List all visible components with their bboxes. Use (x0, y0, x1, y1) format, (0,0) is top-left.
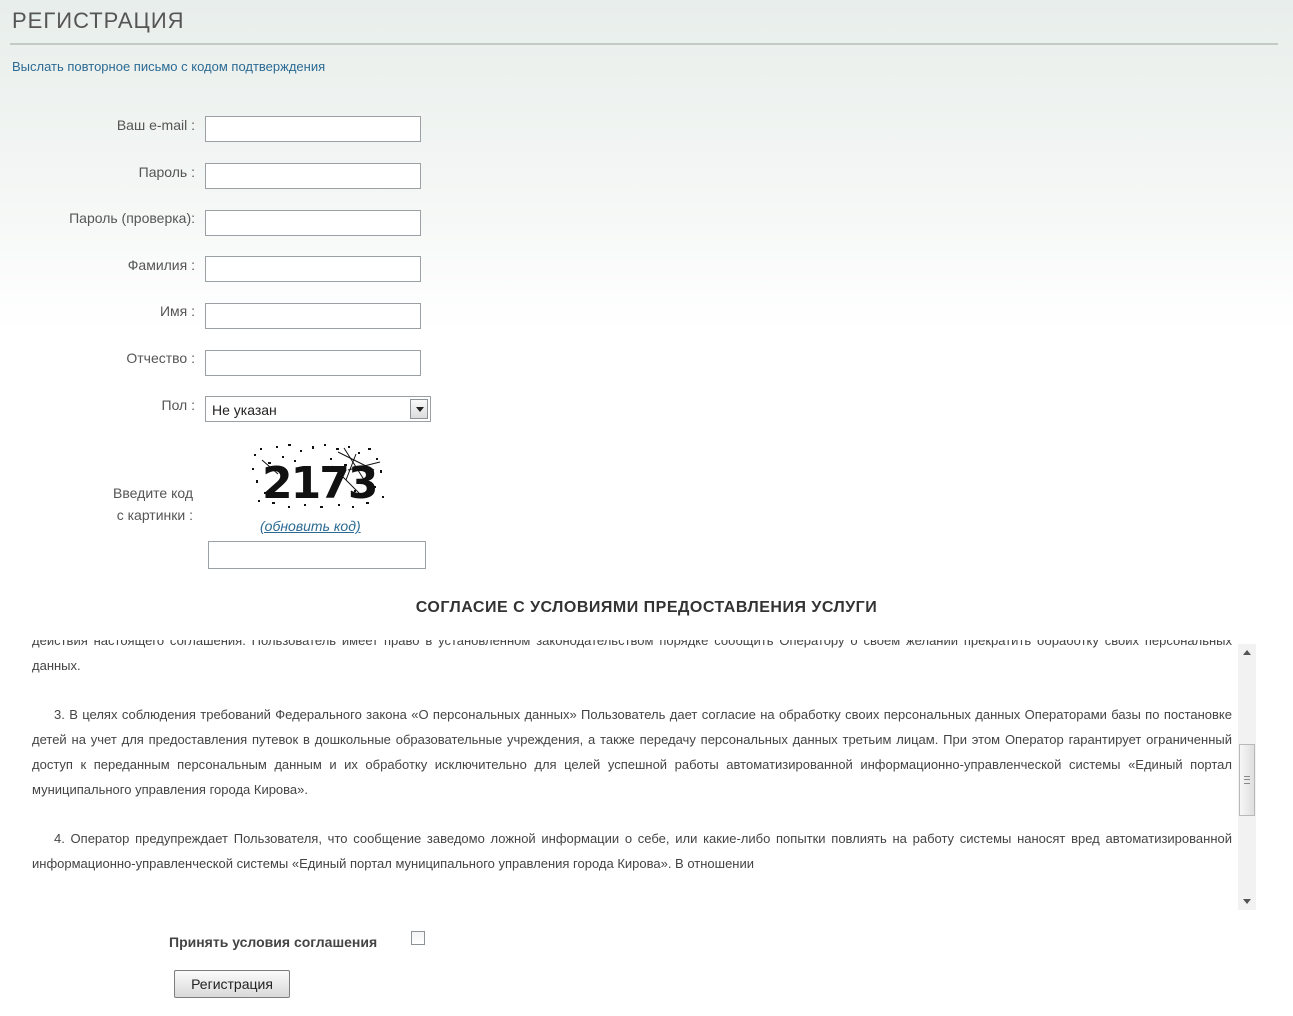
grip-icon (1244, 776, 1250, 784)
captcha-field[interactable] (208, 541, 426, 569)
captcha-image: 2173 (252, 444, 384, 509)
accept-terms-checkbox[interactable] (411, 931, 425, 945)
agreement-paragraph: 3. В целях соблюдения требований Федерал… (32, 707, 1232, 797)
page-title: РЕГИСТРАЦИЯ (12, 8, 185, 33)
email-label: Ваш e-mail : (116, 117, 195, 133)
agreement-scrollbar[interactable] (1238, 644, 1256, 910)
gender-select[interactable]: Не указан (205, 396, 431, 422)
scrollbar-thumb[interactable] (1239, 744, 1255, 816)
captcha-code-text: 2173 (262, 458, 376, 509)
gender-selected-value: Не указан (212, 402, 277, 418)
captcha-label: Введите код с картинки : (113, 482, 193, 526)
password-field[interactable] (205, 163, 421, 189)
captcha-label-line2: с картинки : (116, 507, 193, 523)
middlename-field[interactable] (205, 350, 421, 376)
agreement-paragraph: действия настоящего соглашения. Пользова… (32, 640, 1232, 673)
agreement-text: действия настоящего соглашения. Пользова… (32, 640, 1232, 912)
register-button[interactable]: Регистрация (174, 970, 290, 998)
scroll-up-icon[interactable] (1238, 644, 1256, 660)
title-divider (10, 43, 1278, 45)
scroll-down-icon[interactable] (1238, 894, 1256, 910)
refresh-captcha-link[interactable]: (обновить код) (260, 518, 361, 534)
captcha-label-line1: Введите код (113, 485, 193, 501)
firstname-field[interactable] (205, 303, 421, 329)
lastname-field[interactable] (205, 256, 421, 282)
firstname-label: Имя : (159, 303, 195, 319)
agreement-heading: СОГЛАСИЕ С УСЛОВИЯМИ ПРЕДОСТАВЛЕНИЯ УСЛУ… (415, 599, 878, 616)
accept-terms-label: Принять условия соглашения (169, 934, 378, 950)
gender-label: Пол : (161, 397, 196, 413)
agreement-paragraph: 4. Оператор предупреждает Пользователя, … (32, 831, 1232, 871)
email-field[interactable] (205, 116, 421, 142)
password-confirm-label: Пароль (проверка): (69, 210, 195, 226)
middlename-label: Отчество : (126, 350, 195, 366)
password-label: Пароль : (138, 164, 195, 180)
lastname-label: Фамилия : (127, 257, 195, 273)
password-confirm-field[interactable] (205, 210, 421, 236)
agreement-scroll-box[interactable]: действия настоящего соглашения. Пользова… (32, 640, 1256, 912)
resend-confirmation-link[interactable]: Выслать повторное письмо с кодом подтвер… (12, 59, 325, 74)
chevron-down-icon[interactable] (410, 399, 428, 419)
